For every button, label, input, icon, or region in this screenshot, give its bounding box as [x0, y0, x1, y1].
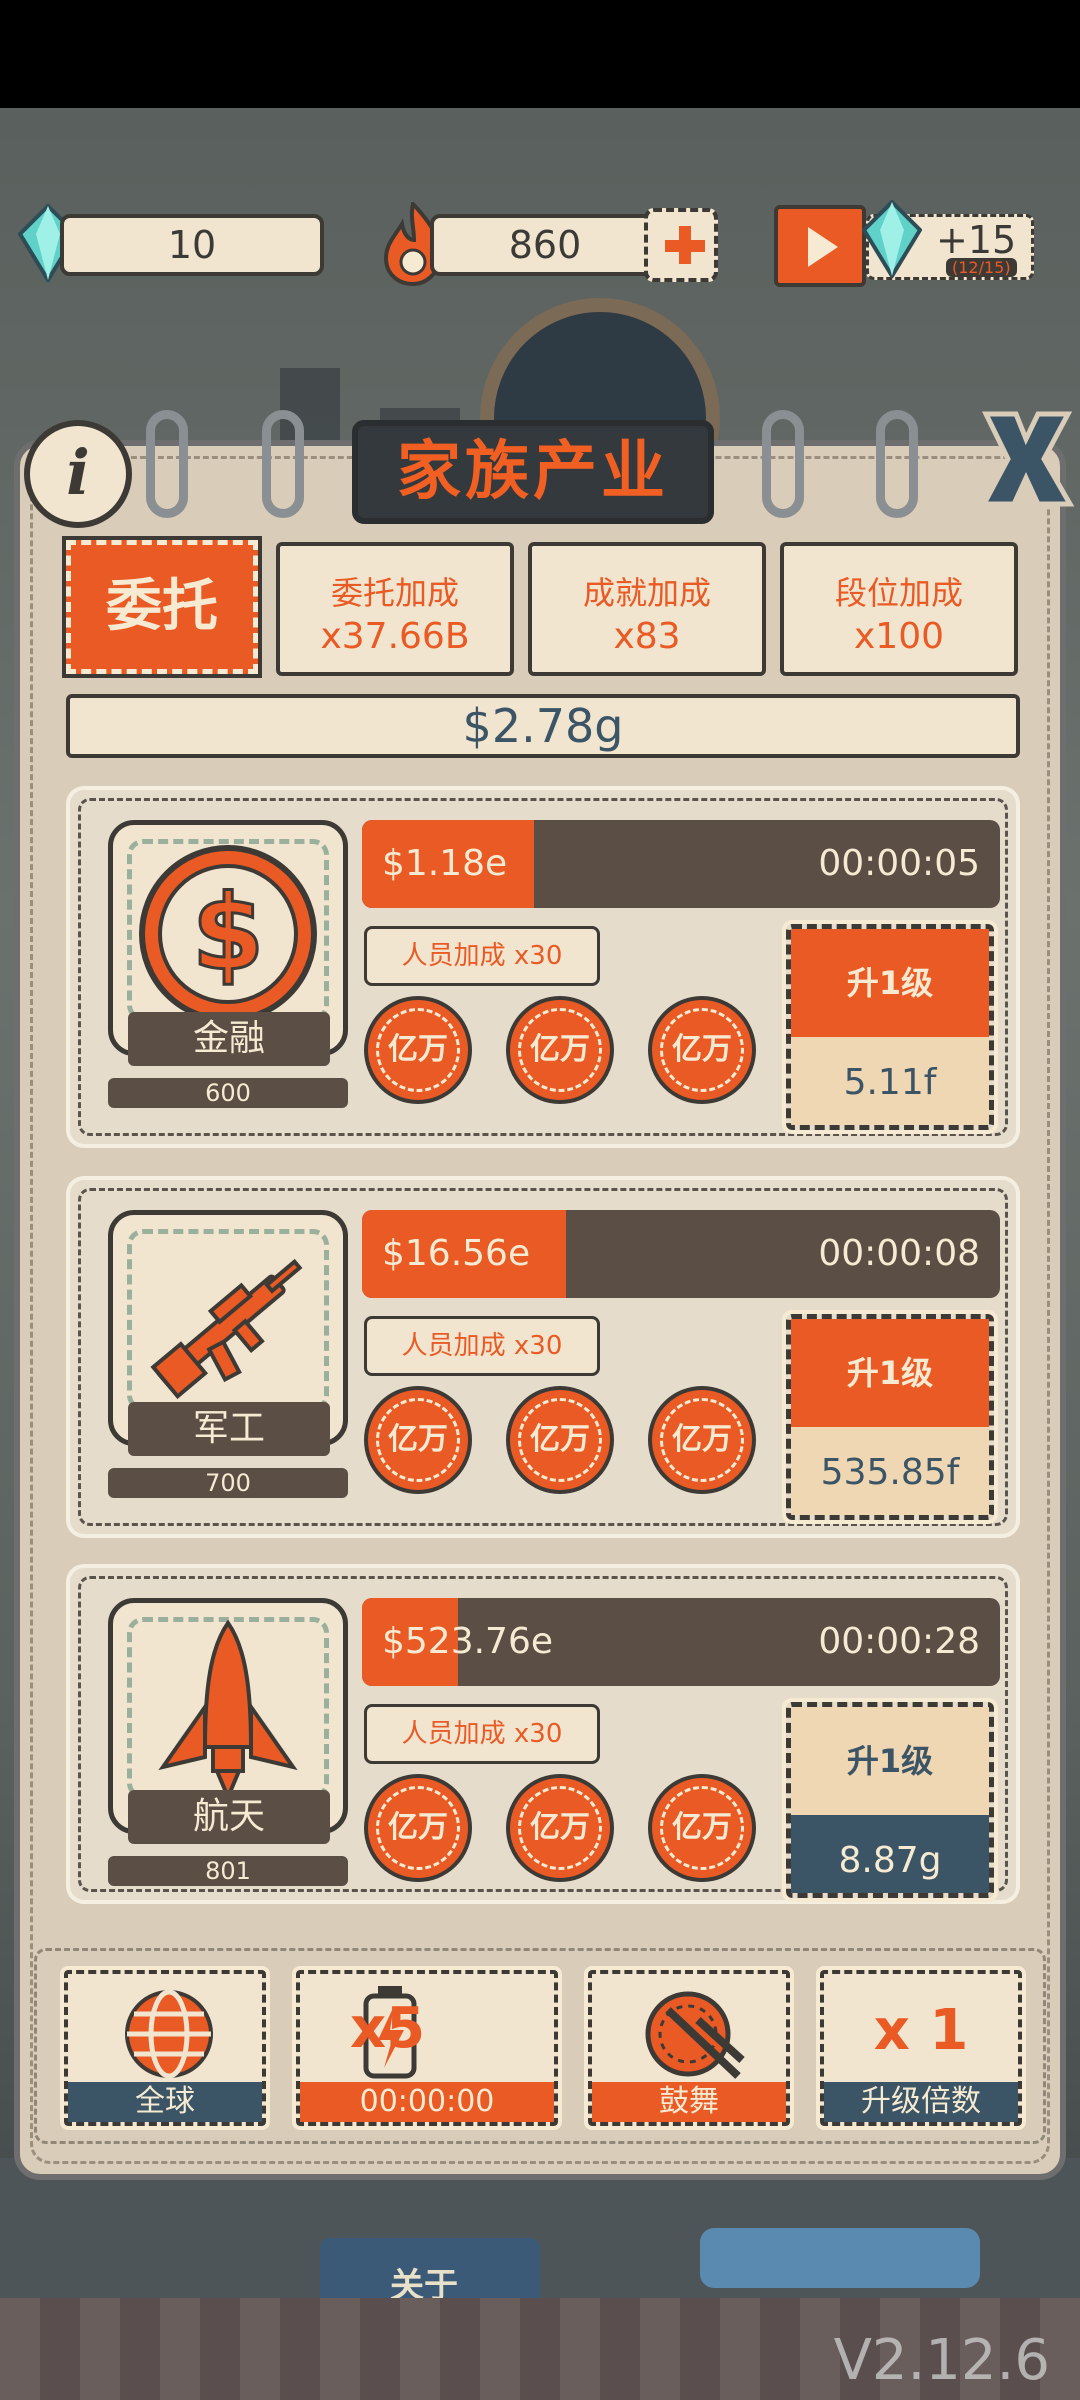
industry-name: 军工	[128, 1402, 330, 1456]
total-income: $2.78g	[66, 694, 1020, 758]
income-timer: 00:00:28	[818, 1621, 980, 1662]
manager-slot-coin[interactable]: 亿万	[648, 996, 756, 1104]
income-progress-bar: $523.76e 00:00:28	[362, 1598, 1000, 1686]
video-bonus-progress: (12/15)	[946, 258, 1017, 277]
manager-slot-coin[interactable]: 亿万	[364, 1386, 472, 1494]
svg-text:$: $	[192, 872, 264, 994]
coin-label: 亿万	[672, 1032, 732, 1067]
watch-video-button[interactable]	[774, 205, 866, 287]
diamond-icon	[862, 200, 922, 278]
bonus-value: x83	[613, 616, 681, 657]
add-fire-button[interactable]	[644, 208, 718, 282]
fire-counter: 860	[430, 214, 660, 276]
tool-label: 全球	[68, 2082, 262, 2122]
coin-label: 亿万	[530, 1032, 590, 1067]
bonus-title: 成就加成	[582, 574, 711, 612]
tool-label: 鼓舞	[592, 2082, 786, 2122]
upgrade-button[interactable]: 升1级 535.85f	[782, 1310, 998, 1524]
close-icon[interactable]	[976, 404, 1076, 514]
industry-card-military: 军工 700 $16.56e 00:00:08 人员加成 x30 亿万 亿万 亿…	[66, 1176, 1020, 1538]
industry-level: 801	[108, 1856, 348, 1886]
income-progress-bar: $1.18e 00:00:05	[362, 820, 1000, 908]
coin-label: 亿万	[530, 1422, 590, 1457]
binder-ring	[262, 410, 304, 518]
upgrade-button[interactable]: 升1级 8.87g	[782, 1698, 998, 1902]
upgrade-multiplier-button[interactable]: x 1 升级倍数	[816, 1966, 1026, 2130]
entrust-button[interactable]: 委托	[62, 536, 262, 678]
panel-title: 家族产业	[397, 435, 669, 509]
manager-slot-coin[interactable]: 亿万	[364, 996, 472, 1104]
achievement-bonus-card: 成就加成 x83	[528, 542, 766, 676]
info-button[interactable]: i	[24, 420, 132, 528]
upgrade-cost: 8.87g	[791, 1815, 989, 1893]
boost-timer: 00:00:00	[300, 2082, 554, 2122]
staff-bonus-badge[interactable]: 人员加成 x30	[364, 1704, 600, 1764]
income-amount: $16.56e	[382, 1233, 531, 1274]
income-timer: 00:00:05	[818, 843, 980, 884]
upgrade-button[interactable]: 升1级 5.11f	[782, 920, 998, 1134]
manager-slot-coin[interactable]: 亿万	[506, 1386, 614, 1494]
upgrade-label: 升1级	[791, 1319, 989, 1427]
coin-label: 亿万	[388, 1422, 448, 1457]
dollar-coin-icon: $	[139, 845, 317, 1023]
manager-slot-coin[interactable]: 亿万	[506, 996, 614, 1104]
global-button[interactable]: 全球	[60, 1966, 270, 2130]
manager-slot-coin[interactable]: 亿万	[648, 1386, 756, 1494]
coin-label: 亿万	[672, 1810, 732, 1845]
industry-name: 航天	[128, 1790, 330, 1844]
rocket-icon	[158, 1619, 298, 1803]
info-icon: i	[66, 436, 90, 509]
version-label: V2.12.6	[833, 2328, 1050, 2393]
industry-card-finance: $ 金融 600 $1.18e 00:00:05 人员加成 x30 亿万 亿万 …	[66, 786, 1020, 1148]
industry-level: 600	[108, 1078, 348, 1108]
bonus-title: 段位加成	[834, 574, 963, 612]
income-timer: 00:00:08	[818, 1233, 980, 1274]
industry-level: 700	[108, 1468, 348, 1498]
income-amount: $1.18e	[382, 843, 508, 884]
boost-multiplier: x5	[350, 1996, 426, 2061]
inspire-button[interactable]: 鼓舞	[584, 1966, 794, 2130]
bonus-value: x37.66B	[320, 616, 470, 657]
tool-label: 升级倍数	[824, 2082, 1018, 2122]
diamond-counter: 10	[60, 214, 324, 276]
upgrade-label: 升1级	[791, 929, 989, 1037]
play-icon	[808, 227, 838, 267]
upgrade-cost: 5.11f	[791, 1037, 989, 1125]
income-amount: $523.76e	[382, 1621, 554, 1662]
multiplier-value: x 1	[873, 1998, 969, 2063]
coin-label: 亿万	[672, 1422, 732, 1457]
binder-ring	[762, 410, 804, 518]
boost-x5-button[interactable]: x5 00:00:00	[292, 1966, 562, 2130]
staff-bonus-badge[interactable]: 人员加成 x30	[364, 926, 600, 986]
coin-label: 亿万	[388, 1810, 448, 1845]
industry-card-aerospace: 航天 801 $523.76e 00:00:28 人员加成 x30 亿万 亿万 …	[66, 1564, 1020, 1904]
industry-name: 金融	[128, 1012, 330, 1066]
bonus-title: 委托加成	[330, 574, 459, 612]
rifle-icon	[150, 1258, 303, 1400]
panel-title-banner: 家族产业	[352, 420, 714, 524]
binder-ring	[876, 410, 918, 518]
coin-label: 亿万	[530, 1810, 590, 1845]
globe-icon	[125, 1989, 213, 2079]
status-bar-area	[0, 0, 1080, 108]
entrust-label: 委托	[106, 574, 218, 639]
manager-slot-coin[interactable]: 亿万	[648, 1774, 756, 1882]
bonus-value: x100	[853, 616, 945, 657]
manager-slot-coin[interactable]: 亿万	[364, 1774, 472, 1882]
income-progress-bar: $16.56e 00:00:08	[362, 1210, 1000, 1298]
car-icon	[700, 2228, 980, 2288]
coin-label: 亿万	[388, 1032, 448, 1067]
upgrade-cost: 535.85f	[791, 1427, 989, 1515]
staff-bonus-badge[interactable]: 人员加成 x30	[364, 1316, 600, 1376]
entrust-bonus-card: 委托加成 x37.66B	[276, 542, 514, 676]
rank-bonus-card: 段位加成 x100	[780, 542, 1018, 676]
binder-ring	[146, 410, 188, 518]
video-bonus-amount: +15	[936, 218, 1017, 262]
upgrade-label: 升1级	[791, 1707, 989, 1815]
drum-icon	[645, 1991, 745, 2079]
manager-slot-coin[interactable]: 亿万	[506, 1774, 614, 1882]
